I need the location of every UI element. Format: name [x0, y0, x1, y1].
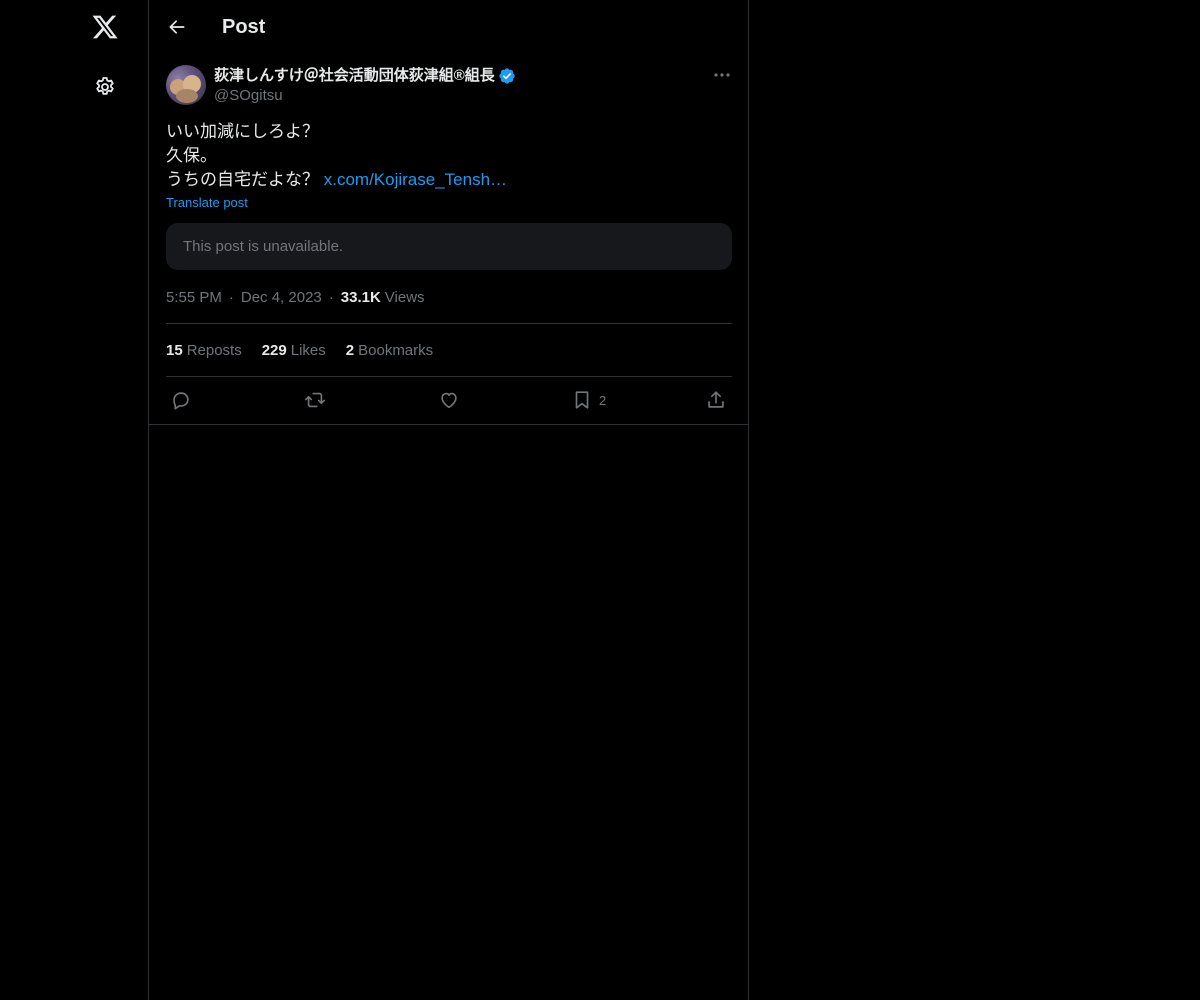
likes-stat[interactable]: 229 Likes	[262, 342, 326, 359]
unavailable-message: This post is unavailable.	[183, 238, 344, 255]
views-count: 33.1K	[340, 288, 381, 306]
author-handle[interactable]: @SOgitsu	[214, 86, 283, 106]
avatar-plush-body	[176, 89, 198, 103]
page-header: Post	[149, 0, 748, 54]
separator-dot: ·	[328, 288, 334, 306]
post-meta: 5:55 PM · Dec 4, 2023 · 33.1K Views	[166, 287, 425, 307]
bookmark-icon	[575, 391, 589, 409]
main-column: Post 荻津しんすけ＠社会活動団体荻津組®組長 @SOgitsu いい加減にし…	[149, 0, 749, 1000]
post-time[interactable]: 5:55 PM	[166, 289, 222, 306]
reposts-count: 15	[166, 341, 183, 359]
more-options-icon[interactable]	[707, 64, 737, 86]
post-text: いい加減にしろよ？ 久保。 うちの自宅だよな？ x.com/Kojirase_T…	[166, 120, 732, 192]
nav-rail	[0, 0, 149, 1000]
post-link[interactable]: x.com/Kojirase_Tensh…	[324, 170, 507, 189]
back-arrow-icon[interactable]	[159, 9, 195, 45]
bookmark-action-count: 2	[599, 392, 607, 408]
heart-icon	[441, 392, 457, 409]
bookmark-button[interactable]: 2	[571, 385, 606, 415]
likes-count: 229	[261, 341, 287, 359]
page-title: Post	[222, 16, 266, 38]
reposts-label: Reposts	[186, 341, 242, 359]
quoted-post-unavailable: This post is unavailable.	[166, 223, 732, 270]
reply-icon	[173, 392, 189, 410]
bookmarks-label: Bookmarks	[358, 341, 434, 359]
share-icon	[708, 391, 724, 408]
likes-label: Likes	[290, 341, 326, 359]
post-text-line: いい加減にしろよ？	[166, 122, 319, 141]
post-text-line-with-link: うちの自宅だよな？ x.com/Kojirase_Tensh…	[166, 168, 732, 192]
author-row[interactable]: 荻津しんすけ＠社会活動団体荻津組®組長	[214, 66, 516, 86]
divider	[166, 376, 732, 377]
translate-post-link[interactable]: Translate post	[166, 194, 248, 212]
repost-button[interactable]	[303, 385, 327, 415]
settings-gear-icon[interactable]	[84, 66, 126, 108]
share-button[interactable]	[705, 385, 727, 415]
bookmarks-stat[interactable]: 2 Bookmarks	[346, 342, 433, 359]
x-logo-icon[interactable]	[84, 6, 126, 48]
post-date[interactable]: Dec 4, 2023	[241, 289, 322, 306]
bookmarks-count: 2	[345, 341, 355, 359]
action-bar: 2	[166, 385, 732, 415]
app-root: Post 荻津しんすけ＠社会活動団体荻津組®組長 @SOgitsu いい加減にし…	[0, 0, 1200, 1000]
like-button[interactable]	[438, 385, 460, 415]
repost-icon	[305, 392, 325, 408]
separator-dot: ·	[228, 288, 234, 306]
display-name[interactable]: 荻津しんすけ＠社会活動団体荻津組®組長	[214, 66, 495, 86]
post-text-line: うちの自宅だよな？	[166, 170, 324, 189]
divider	[166, 323, 732, 324]
verified-badge-icon	[498, 67, 516, 85]
post-article: 荻津しんすけ＠社会活動団体荻津組®組長 @SOgitsu いい加減にしろよ？ 久…	[149, 54, 748, 425]
views-label: Views	[384, 288, 425, 306]
avatar[interactable]	[166, 65, 206, 105]
reposts-stat[interactable]: 15 Reposts	[166, 342, 242, 359]
engagement-stats: 15 Reposts 229 Likes 2 Bookmarks	[166, 340, 453, 360]
post-text-line: 久保。	[166, 146, 217, 165]
reply-button[interactable]	[170, 385, 192, 415]
